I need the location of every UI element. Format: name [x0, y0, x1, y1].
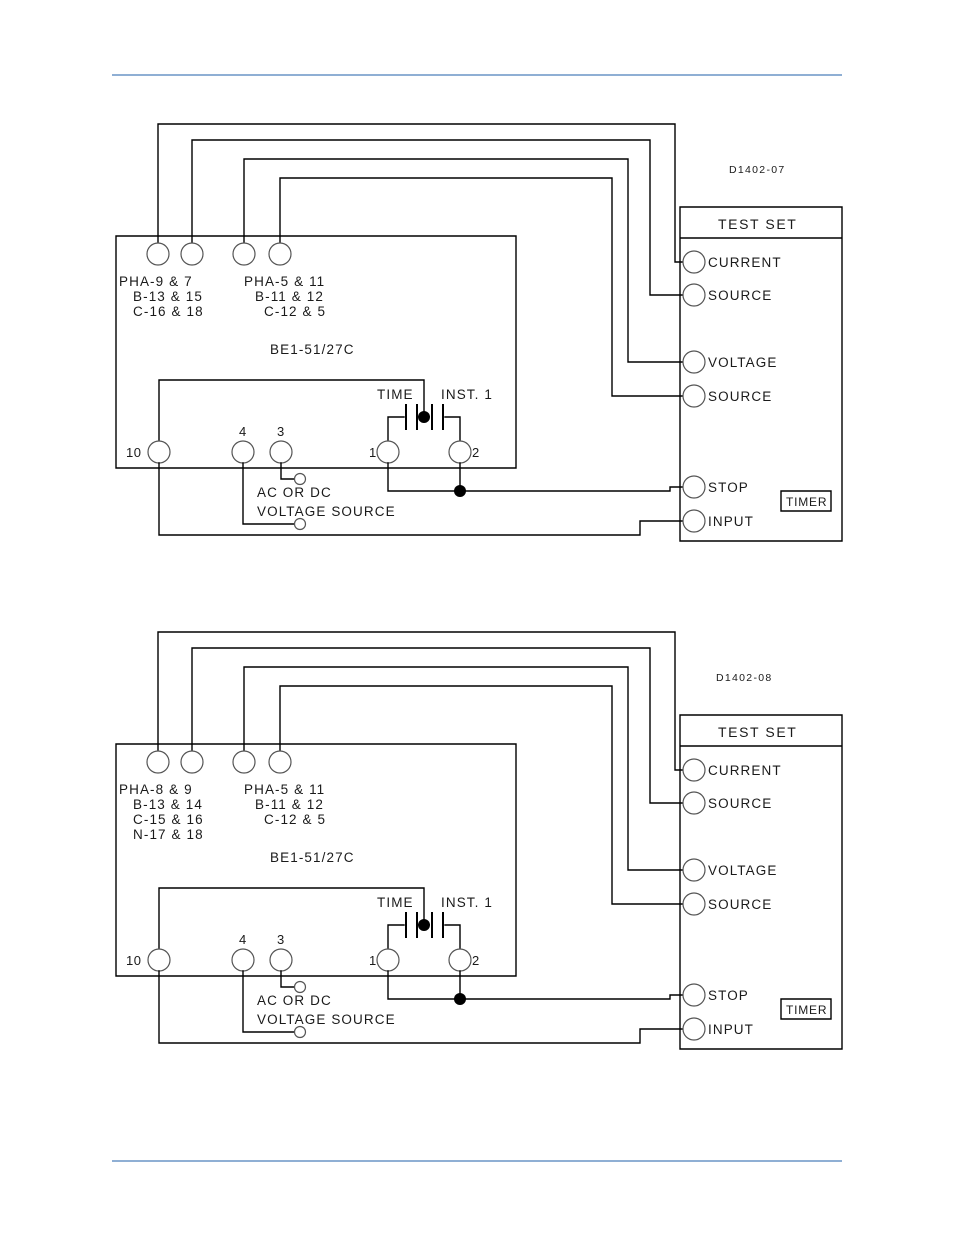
test-set-terminal[interactable] — [682, 983, 706, 1007]
voltage-source-post[interactable] — [293, 980, 307, 994]
terminal-number-label: 3 — [277, 932, 285, 947]
relay-terminal-10[interactable] — [147, 948, 171, 972]
terminal-group-label: B-11 & 12 — [255, 797, 324, 812]
wire-stop — [387, 970, 691, 1000]
terminal-group-label: N-17 & 18 — [133, 827, 204, 842]
timer-label: TIMER — [786, 1003, 827, 1017]
relay-terminal-3[interactable] — [269, 948, 293, 972]
test-set-terminal-label: VOLTAGE — [708, 863, 777, 878]
terminal-number-label: 1 — [369, 953, 377, 968]
relay-model-label: BE1-51/27C — [270, 850, 355, 865]
terminal-number-label: 2 — [472, 953, 480, 968]
terminal-group-label: B-13 & 14 — [133, 797, 203, 812]
voltage-source-note: VOLTAGE SOURCE — [257, 1012, 396, 1027]
relay-terminal-1[interactable] — [376, 948, 400, 972]
voltage-source-post[interactable] — [293, 1025, 307, 1039]
relay-terminal[interactable] — [232, 750, 256, 774]
junction-dot — [418, 919, 430, 931]
test-set-terminal-label: CURRENT — [708, 763, 782, 778]
terminal-group-label: C-12 & 5 — [264, 812, 326, 827]
test-set-terminal-label: SOURCE — [708, 796, 772, 811]
test-set-terminal-label: STOP — [708, 988, 749, 1003]
junction-dot — [454, 993, 466, 1005]
wire-voltage-source-b — [280, 970, 295, 988]
relay-terminal[interactable] — [180, 750, 204, 774]
relay-terminal[interactable] — [268, 750, 292, 774]
terminal-number-label: 4 — [239, 932, 247, 947]
relay-terminal[interactable] — [146, 750, 170, 774]
test-set-terminal[interactable] — [682, 1017, 706, 1041]
document-page: D1402-07 PHA-9 & 7 B-13 & 15 C-16 & 18 P… — [0, 0, 954, 1235]
wire-current — [157, 631, 691, 771]
terminal-group-label: PHA-8 & 9 — [119, 782, 193, 797]
inst-contact-label: INST. 1 — [441, 895, 493, 910]
diagram-d1402-08: D1402-08 PHA-8 & 9 B-13 & 14 C-15 & 16 N… — [115, 631, 843, 1050]
relay-terminal-4[interactable] — [231, 948, 255, 972]
wire-voltage — [243, 666, 691, 871]
test-set-terminal[interactable] — [682, 791, 706, 815]
test-set-terminal[interactable] — [682, 758, 706, 782]
terminal-number-label: 10 — [126, 953, 141, 968]
wire-input — [158, 970, 691, 1044]
voltage-source-note: AC OR DC — [257, 993, 332, 1008]
test-set-terminal-label: SOURCE — [708, 897, 772, 912]
wire-source-1 — [191, 647, 691, 804]
relay-terminal-2[interactable] — [448, 948, 472, 972]
test-set-terminal[interactable] — [682, 892, 706, 916]
drawing-number-label: D1402-08 — [716, 672, 773, 684]
test-set-terminal[interactable] — [682, 858, 706, 882]
terminal-group-label: PHA-5 & 11 — [244, 782, 325, 797]
test-set-terminal-label: INPUT — [708, 1022, 754, 1037]
time-contact-label: TIME — [377, 895, 414, 910]
test-set-title: TEST SET — [718, 724, 797, 740]
terminal-group-label: C-15 & 16 — [133, 812, 204, 827]
